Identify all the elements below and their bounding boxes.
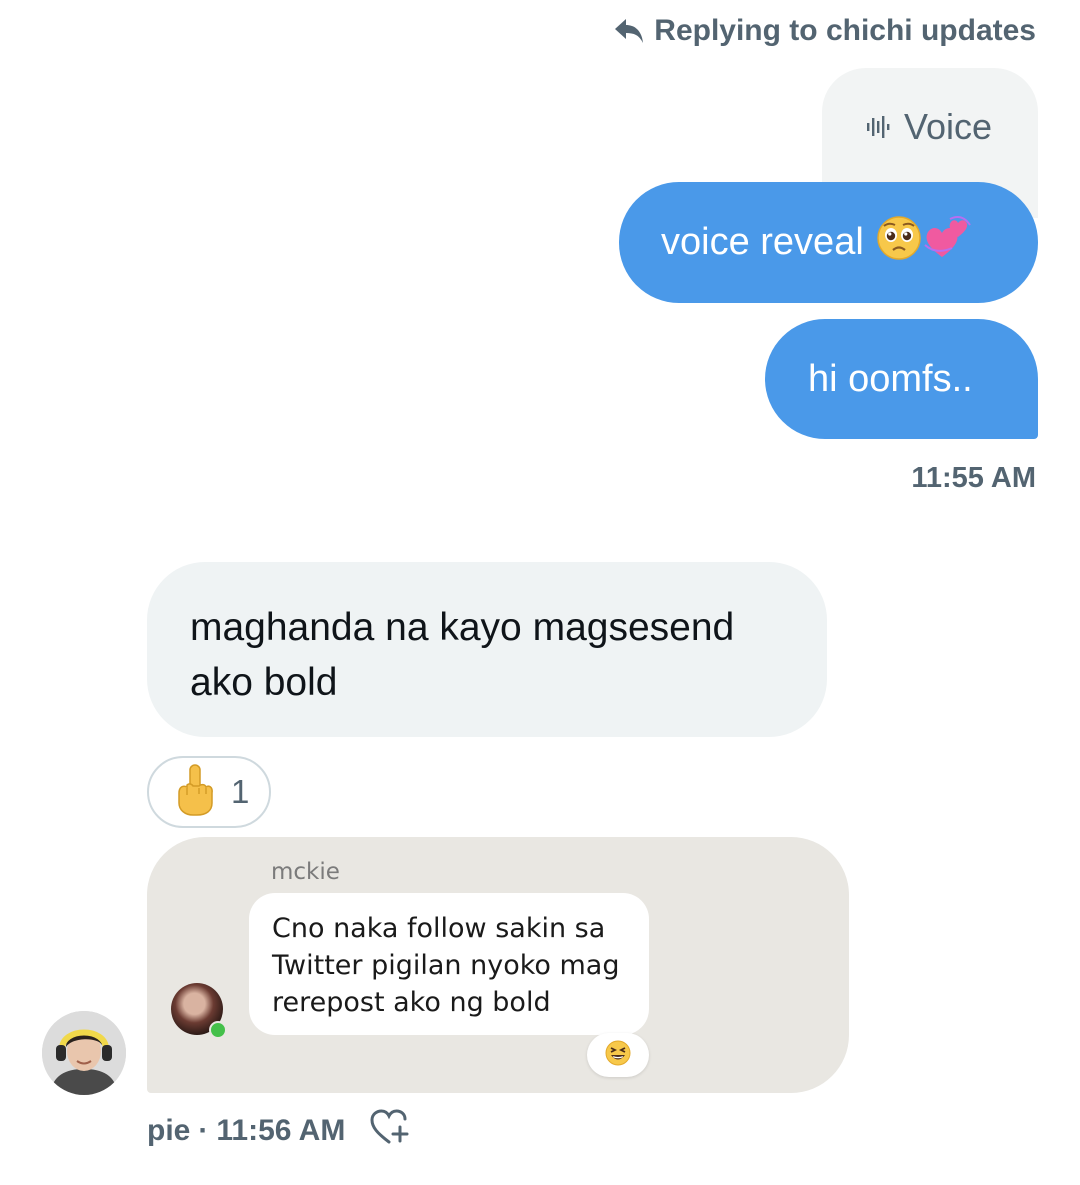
reaction-pill[interactable]: 1 bbox=[147, 756, 271, 828]
meta-separator: · bbox=[198, 1114, 209, 1147]
message-text: voice reveal bbox=[661, 221, 864, 263]
message-timestamp: 11:56 AM bbox=[216, 1114, 346, 1147]
screenshot-reaction-chip bbox=[587, 1033, 649, 1077]
screenshot-sender-name: mckie bbox=[271, 859, 340, 885]
message-meta: pie · 11:56 AM bbox=[147, 1108, 411, 1154]
sender-name[interactable]: pie bbox=[147, 1114, 190, 1148]
two-hearts-emoji-icon bbox=[922, 215, 974, 271]
voice-label: Voice bbox=[904, 106, 993, 147]
add-reaction-heart-icon[interactable] bbox=[369, 1108, 411, 1154]
outgoing-message-bubble[interactable]: voice reveal bbox=[619, 182, 1038, 303]
screenshot-message-bubble: Cno naka follow sakin sa Twitter pigilan… bbox=[249, 893, 649, 1035]
message-text: maghanda na kayo magsesend ako bold bbox=[190, 606, 735, 704]
reaction-count: 1 bbox=[231, 773, 250, 810]
pleading-face-emoji-icon bbox=[876, 215, 922, 271]
outgoing-message-bubble[interactable]: hi oomfs.. bbox=[765, 319, 1038, 439]
sender-avatar[interactable] bbox=[42, 1011, 126, 1095]
message-text: hi oomfs.. bbox=[808, 357, 973, 400]
online-status-dot bbox=[209, 1021, 227, 1039]
reply-context-label: Replying to chichi updates bbox=[654, 14, 1036, 47]
message-timestamp: 11:55 AM bbox=[911, 462, 1036, 494]
reply-context[interactable]: Replying to chichi updates bbox=[614, 14, 1036, 48]
waveform-icon bbox=[866, 106, 892, 148]
laughing-face-emoji-icon bbox=[605, 1040, 631, 1071]
reply-arrow-icon bbox=[614, 18, 644, 44]
image-attachment-bubble[interactable]: mckie Cno naka follow sakin sa Twitter p… bbox=[147, 837, 849, 1093]
incoming-message-bubble[interactable]: maghanda na kayo magsesend ako bold bbox=[147, 562, 827, 737]
screenshot-message-text: Cno naka follow sakin sa Twitter pigilan… bbox=[272, 913, 620, 1018]
middle-finger-emoji-icon bbox=[175, 763, 215, 822]
